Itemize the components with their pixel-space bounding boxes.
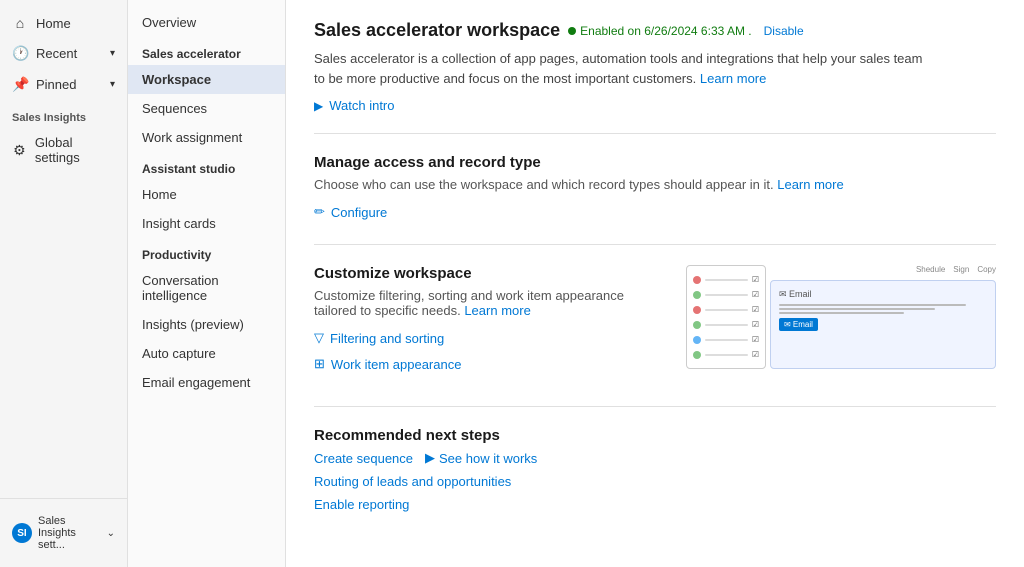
assistant-studio-section-label: Assistant studio — [128, 152, 285, 180]
nav-label-recent: Recent — [36, 46, 77, 61]
watch-intro-label: Watch intro — [329, 98, 394, 113]
preview-list-row: ☑ — [691, 317, 761, 332]
preview-line-3 — [779, 312, 904, 314]
customize-workspace-title: Customize workspace — [314, 265, 670, 282]
page-title: Sales accelerator workspace — [314, 20, 560, 41]
customize-workspace-learn-more-link[interactable]: Learn more — [464, 303, 530, 318]
recommended-next-steps-title: Recommended next steps — [314, 427, 996, 444]
work-item-label: Work item appearance — [331, 357, 462, 372]
create-sequence-link[interactable]: Create sequence — [314, 451, 413, 466]
description-text: Sales accelerator is a collection of app… — [314, 51, 922, 86]
productivity-section-label: Productivity — [128, 238, 285, 266]
page-description: Sales accelerator is a collection of app… — [314, 49, 934, 88]
preview-topbar-item3: Copy — [977, 265, 996, 274]
nav-item-global-settings[interactable]: ⚙ Global settings — [0, 128, 127, 172]
manage-access-desc-text: Choose who can use the workspace and whi… — [314, 177, 774, 192]
manage-access-section: Manage access and record type Choose who… — [314, 154, 996, 220]
preview-list-panel: ☑☑☑☑☑☑ — [686, 265, 766, 369]
see-how-link[interactable]: ▶ See how it works — [425, 450, 537, 466]
preview-list-row: ☑ — [691, 287, 761, 302]
disable-link[interactable]: Disable — [764, 24, 804, 38]
avatar: SI — [12, 523, 32, 543]
sidebar-item-conversation-intelligence[interactable]: Conversation intelligence — [128, 266, 285, 310]
sidebar-item-overview[interactable]: Overview — [128, 8, 285, 37]
preview-list-row: ☑ — [691, 347, 761, 362]
configure-label: Configure — [331, 205, 387, 220]
sales-accelerator-section-label: Sales accelerator — [128, 37, 285, 65]
sidebar-item-sequences[interactable]: Sequences — [128, 94, 285, 123]
sidebar-item-workspace[interactable]: Workspace — [128, 65, 285, 94]
preview-email-card: ✉ Email ✉ Email — [770, 280, 996, 369]
sidebar-item-insights-preview[interactable]: Insights (preview) — [128, 310, 285, 339]
nav-item-recent[interactable]: 🕐 Recent ▾ — [0, 38, 127, 69]
preview-list-row: ☑ — [691, 332, 761, 347]
left-navigation: ⌂ Home 🕐 Recent ▾ 📌 Pinned ▾ Sales Insig… — [0, 0, 128, 567]
sidebar-item-auto-capture[interactable]: Auto capture — [128, 339, 285, 368]
watch-intro-button[interactable]: ▶ Watch intro — [314, 98, 996, 113]
nav-label-global-settings: Global settings — [35, 135, 115, 165]
bottom-bar-label: Sales Insights sett... — [38, 515, 101, 551]
enable-reporting-link[interactable]: Enable reporting — [314, 497, 409, 512]
create-sequence-row: Create sequence ▶ See how it works — [314, 450, 996, 466]
recommended-next-steps-section: Recommended next steps Create sequence ▶… — [314, 427, 996, 512]
bottom-bar-settings[interactable]: SI Sales Insights sett... ⌄ — [0, 507, 127, 559]
preview-topbar-item2: Sign — [953, 265, 969, 274]
configure-button[interactable]: ✏ Configure — [314, 204, 996, 220]
play-icon-small: ▶ — [425, 450, 435, 466]
page-header: Sales accelerator workspace Enabled on 6… — [314, 20, 996, 41]
status-text: Enabled on 6/26/2024 6:33 AM . — [580, 24, 751, 38]
preview-line-2 — [779, 308, 935, 310]
divider3 — [314, 406, 996, 407]
right-sidebar-navigation: Overview Sales accelerator Workspace Seq… — [128, 0, 286, 567]
sidebar-item-email-engagement[interactable]: Email engagement — [128, 368, 285, 397]
customize-workspace-section: Customize workspace Customize filtering,… — [314, 265, 996, 382]
chevron-down-icon: ▾ — [110, 79, 115, 90]
filtering-sorting-button[interactable]: ▽ Filtering and sorting — [314, 330, 670, 346]
status-badge: Enabled on 6/26/2024 6:33 AM . — [568, 24, 751, 38]
pin-icon: 📌 — [12, 76, 28, 93]
preview-email-btn: ✉ Email — [779, 318, 818, 331]
nav-label-home: Home — [36, 16, 71, 31]
sidebar-item-assistant-home[interactable]: Home — [128, 180, 285, 209]
work-item-appearance-button[interactable]: ⊞ Work item appearance — [314, 356, 670, 372]
preview-topbar-item1: Shedule — [916, 265, 945, 274]
manage-access-desc: Choose who can use the workspace and whi… — [314, 177, 874, 192]
manage-access-title: Manage access and record type — [314, 154, 996, 171]
recent-icon: 🕐 — [12, 45, 28, 62]
chevron-down-icon: ▾ — [110, 48, 115, 59]
divider2 — [314, 244, 996, 245]
status-dot-icon — [568, 27, 576, 35]
divider — [314, 133, 996, 134]
sidebar-item-insight-cards[interactable]: Insight cards — [128, 209, 285, 238]
preview-card-title-text: Email — [789, 289, 812, 299]
routing-link[interactable]: Routing of leads and opportunities — [314, 474, 511, 489]
nav-label-pinned: Pinned — [36, 77, 76, 92]
nav-item-home[interactable]: ⌂ Home — [0, 8, 127, 38]
grid-icon: ⊞ — [314, 356, 325, 372]
preview-list-row: ☑ — [691, 302, 761, 317]
play-icon: ▶ — [314, 99, 323, 113]
main-content: Sales accelerator workspace Enabled on 6… — [286, 0, 1024, 567]
customize-workspace-left: Customize workspace Customize filtering,… — [314, 265, 670, 382]
filter-icon: ▽ — [314, 330, 324, 346]
sidebar-item-work-assignment[interactable]: Work assignment — [128, 123, 285, 152]
manage-access-learn-more-link[interactable]: Learn more — [777, 177, 843, 192]
filtering-sorting-label: Filtering and sorting — [330, 331, 444, 346]
customize-workspace-desc: Customize filtering, sorting and work it… — [314, 288, 670, 318]
pencil-icon: ✏ — [314, 204, 325, 220]
chevron-icon: ⌄ — [107, 528, 115, 539]
home-icon: ⌂ — [12, 15, 28, 31]
preview-list-row: ☑ — [691, 272, 761, 287]
learn-more-link[interactable]: Learn more — [700, 71, 766, 86]
see-how-label: See how it works — [439, 451, 537, 466]
preview-card-lines — [779, 304, 987, 314]
gear-icon: ⚙ — [12, 142, 27, 159]
preview-line-1 — [779, 304, 966, 306]
sales-insights-section-label: Sales Insights — [0, 100, 127, 128]
preview-card-header: ✉ Email — [779, 289, 987, 300]
nav-item-pinned[interactable]: 📌 Pinned ▾ — [0, 69, 127, 100]
workspace-preview: ☑☑☑☑☑☑ Shedule Sign Copy ✉ Email — [686, 265, 996, 369]
